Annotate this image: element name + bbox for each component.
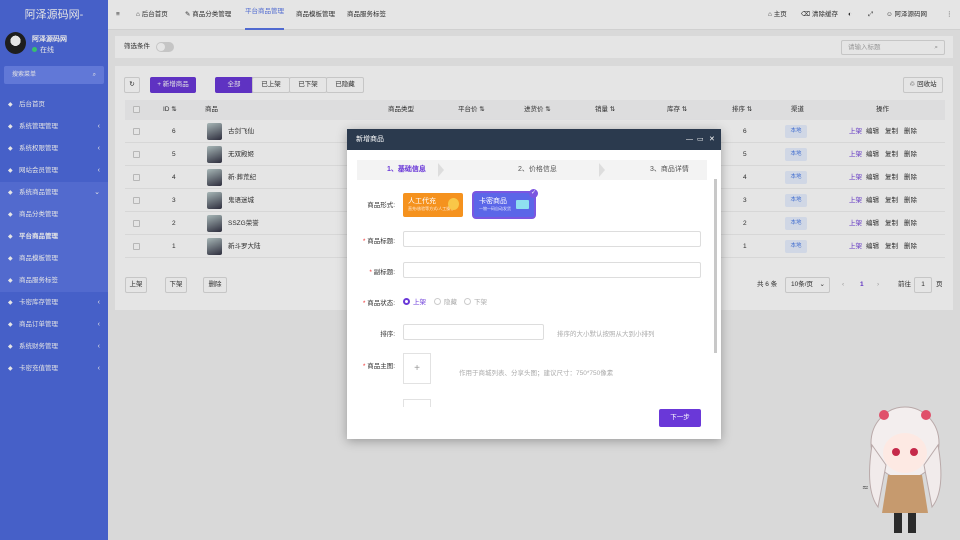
modal-scrollbar[interactable] <box>714 179 717 353</box>
status-radio-hidden[interactable]: 隐藏 <box>434 296 457 306</box>
modal-title: 新增商品 <box>356 136 384 143</box>
add-goods-modal: 新增商品 — ▭ ✕ 1、基础信息 2、价格信息 3、商品详情 商品形式: 人工… <box>347 129 721 439</box>
sort-input[interactable] <box>403 324 544 340</box>
form-type-card[interactable]: 卡密商品 一物一码自动发货 ✓ <box>474 189 538 217</box>
radio-selected-icon <box>403 298 410 305</box>
subtitle-input[interactable] <box>403 262 701 278</box>
card-icon <box>516 200 529 209</box>
modal-header: 新增商品 — ▭ ✕ <box>347 129 721 150</box>
minimize-icon[interactable]: — <box>686 129 693 150</box>
step-basic[interactable]: 1、基础信息 <box>387 160 426 180</box>
image-hint: 作用于商城列表、分享头图；建议尺寸：750*750像素 <box>459 370 614 377</box>
form-type-label: 商品形式: <box>367 202 395 209</box>
subtitle-field-label: * 副标题: <box>369 269 395 276</box>
step-bar: 1、基础信息 2、价格信息 3、商品详情 <box>357 160 707 180</box>
status-radio-on[interactable]: 上架 <box>403 296 426 306</box>
step-price[interactable]: 2、价格信息 <box>518 160 557 180</box>
sort-field-label: 排序: <box>380 331 395 338</box>
svg-text:≈: ≈ <box>862 483 869 492</box>
form-type-manual[interactable]: 人工代充 直充/核验等方式/人工操作 <box>403 193 463 217</box>
image-upload-box[interactable]: + <box>403 353 431 384</box>
status-field-label: * 商品状态: <box>362 300 395 307</box>
sort-hint: 排序的大小默认按照从大到小排列 <box>557 331 655 338</box>
radio-icon <box>434 298 441 305</box>
mascot-image: ≈ <box>862 406 942 533</box>
next-upload-box[interactable] <box>403 399 431 407</box>
check-icon: ✓ <box>529 189 538 198</box>
image-field-label: * 商品主图: <box>362 363 395 370</box>
step-detail[interactable]: 3、商品详情 <box>650 160 689 180</box>
radio-icon <box>464 298 471 305</box>
scrollbar-thumb[interactable] <box>714 179 717 353</box>
step-arrow-icon <box>599 163 605 177</box>
title-field-label: * 商品标题: <box>362 238 395 245</box>
status-radio-off[interactable]: 下架 <box>464 296 487 306</box>
maximize-icon[interactable]: ▭ <box>697 129 704 150</box>
next-step-button[interactable]: 下一步 <box>659 409 701 427</box>
step-arrow-icon <box>438 163 444 177</box>
title-input[interactable] <box>403 231 701 247</box>
close-icon[interactable]: ✕ <box>709 129 715 150</box>
coin-bag-icon <box>448 198 459 210</box>
